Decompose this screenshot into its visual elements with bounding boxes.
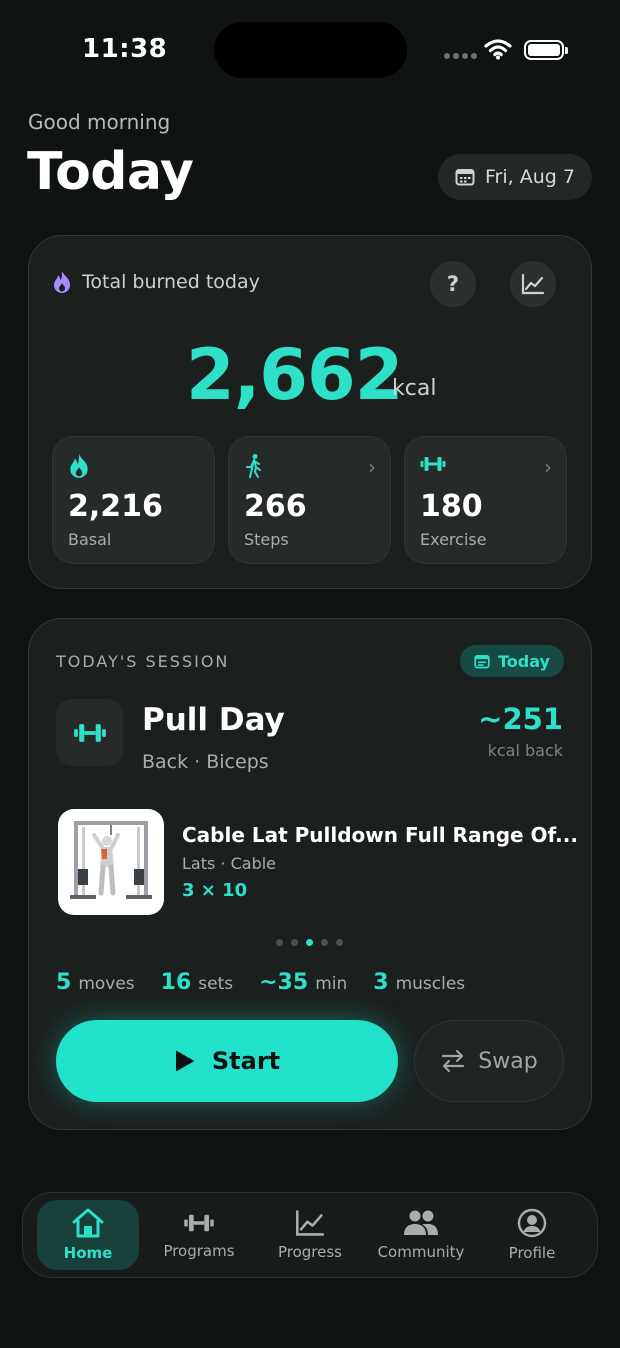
basal-label: Basal (68, 530, 112, 549)
exercise-value: 180 (420, 489, 483, 524)
date-label: Fri, Aug 7 (485, 166, 575, 188)
stat-minutes: ~35 min (259, 970, 347, 995)
profile-icon (517, 1208, 547, 1238)
page-title: Today (27, 142, 194, 202)
burned-label: Total burned today (82, 271, 260, 293)
dumbbell-icon (184, 1214, 214, 1232)
session-kcal: ~251 (478, 702, 563, 736)
swap-button-label: Swap (478, 1048, 538, 1074)
stat-label: muscles (395, 974, 466, 994)
dynamic-island (214, 22, 407, 78)
cable-machine-illustration (70, 821, 152, 899)
exercise-name[interactable]: Cable Lat Pulldown Full Range Of... (182, 823, 578, 847)
nav-item-profile[interactable]: Profile (481, 1200, 583, 1270)
today-badge-label: Today (498, 651, 550, 671)
nav-item-progress[interactable]: Progress (259, 1200, 361, 1270)
swap-icon (442, 1049, 465, 1073)
date-picker-button[interactable]: Fri, Aug 7 (438, 154, 592, 200)
carousel-dot[interactable] (336, 939, 343, 946)
carousel-dot[interactable] (321, 939, 328, 946)
carousel-dot[interactable] (276, 939, 283, 946)
steps-label: Steps (244, 530, 289, 549)
session-muscles: Back · Biceps (142, 751, 269, 773)
flame-icon (54, 271, 70, 293)
basal-value: 2,216 (68, 489, 163, 524)
exercise-thumbnail[interactable] (58, 809, 164, 915)
home-icon (72, 1208, 104, 1238)
stat-label: min (315, 974, 348, 994)
flame-icon (70, 454, 88, 478)
start-button[interactable]: Start (56, 1020, 398, 1102)
exercise-sets: 3 × 10 (182, 880, 248, 901)
walking-icon (246, 454, 261, 478)
stat-value: 3 (373, 970, 389, 995)
chart-icon (296, 1210, 324, 1236)
nav-label: Programs (163, 1242, 235, 1260)
today-badge[interactable]: Today (460, 645, 564, 677)
session-heading: TODAY'S SESSION (56, 652, 230, 671)
question-icon: ? (446, 272, 460, 296)
session-stats: 5 moves 16 sets ~35 min 3 muscles (56, 970, 491, 995)
nav-label: Home (63, 1244, 113, 1262)
stat-muscles: 3 muscles (373, 970, 465, 995)
exercise-label: Exercise (420, 530, 487, 549)
nav-label: Community (377, 1243, 465, 1261)
stat-label: moves (78, 974, 135, 994)
kcal-unit: kcal (392, 376, 437, 401)
cellular-signal-icon (444, 53, 477, 59)
play-icon (175, 1050, 195, 1072)
battery-icon (524, 40, 568, 60)
chevron-right-icon: › (368, 455, 376, 479)
nav-item-programs[interactable]: Programs (148, 1200, 250, 1270)
dumbbell-icon (420, 457, 446, 471)
dumbbell-icon (73, 723, 106, 742)
exercise-tile[interactable]: › 180 Exercise (404, 436, 567, 564)
burned-label-row: Total burned today (52, 270, 260, 294)
carousel-dot[interactable] (306, 939, 313, 946)
status-time: 11:38 (82, 34, 168, 64)
calendar-icon (455, 169, 475, 186)
stat-sets: 16 sets (161, 970, 233, 995)
help-button[interactable]: ? (430, 261, 476, 307)
basal-tile: 2,216 Basal (52, 436, 215, 564)
session-name: Pull Day (142, 702, 285, 738)
nav-item-community[interactable]: Community (370, 1200, 472, 1270)
steps-tile[interactable]: › 266 Steps (228, 436, 391, 564)
stat-value: 16 (160, 970, 192, 995)
total-kcal: 2,662 (186, 334, 403, 416)
exercise-meta: Lats · Cable (182, 854, 277, 873)
people-icon (404, 1210, 438, 1235)
stat-moves: 5 moves (56, 970, 135, 995)
stat-value: ~35 (259, 970, 309, 995)
start-button-label: Start (211, 1047, 281, 1075)
session-icon-box (56, 699, 123, 766)
trend-button[interactable] (510, 261, 556, 307)
trend-chart-icon (521, 273, 545, 295)
chevron-right-icon: › (544, 455, 552, 479)
session-kcal-label: kcal back (487, 741, 563, 760)
nav-item-home[interactable]: Home (37, 1200, 139, 1270)
calendar-icon (474, 654, 490, 668)
stat-value: 5 (56, 970, 72, 995)
greeting: Good morning (28, 110, 171, 134)
carousel-dots[interactable] (276, 939, 343, 946)
steps-value: 266 (244, 489, 307, 524)
nav-label: Progress (277, 1243, 342, 1261)
wifi-icon (484, 39, 512, 60)
swap-button[interactable]: Swap (414, 1020, 564, 1102)
nav-label: Profile (508, 1244, 556, 1262)
stat-label: sets (198, 974, 234, 994)
carousel-dot[interactable] (291, 939, 298, 946)
